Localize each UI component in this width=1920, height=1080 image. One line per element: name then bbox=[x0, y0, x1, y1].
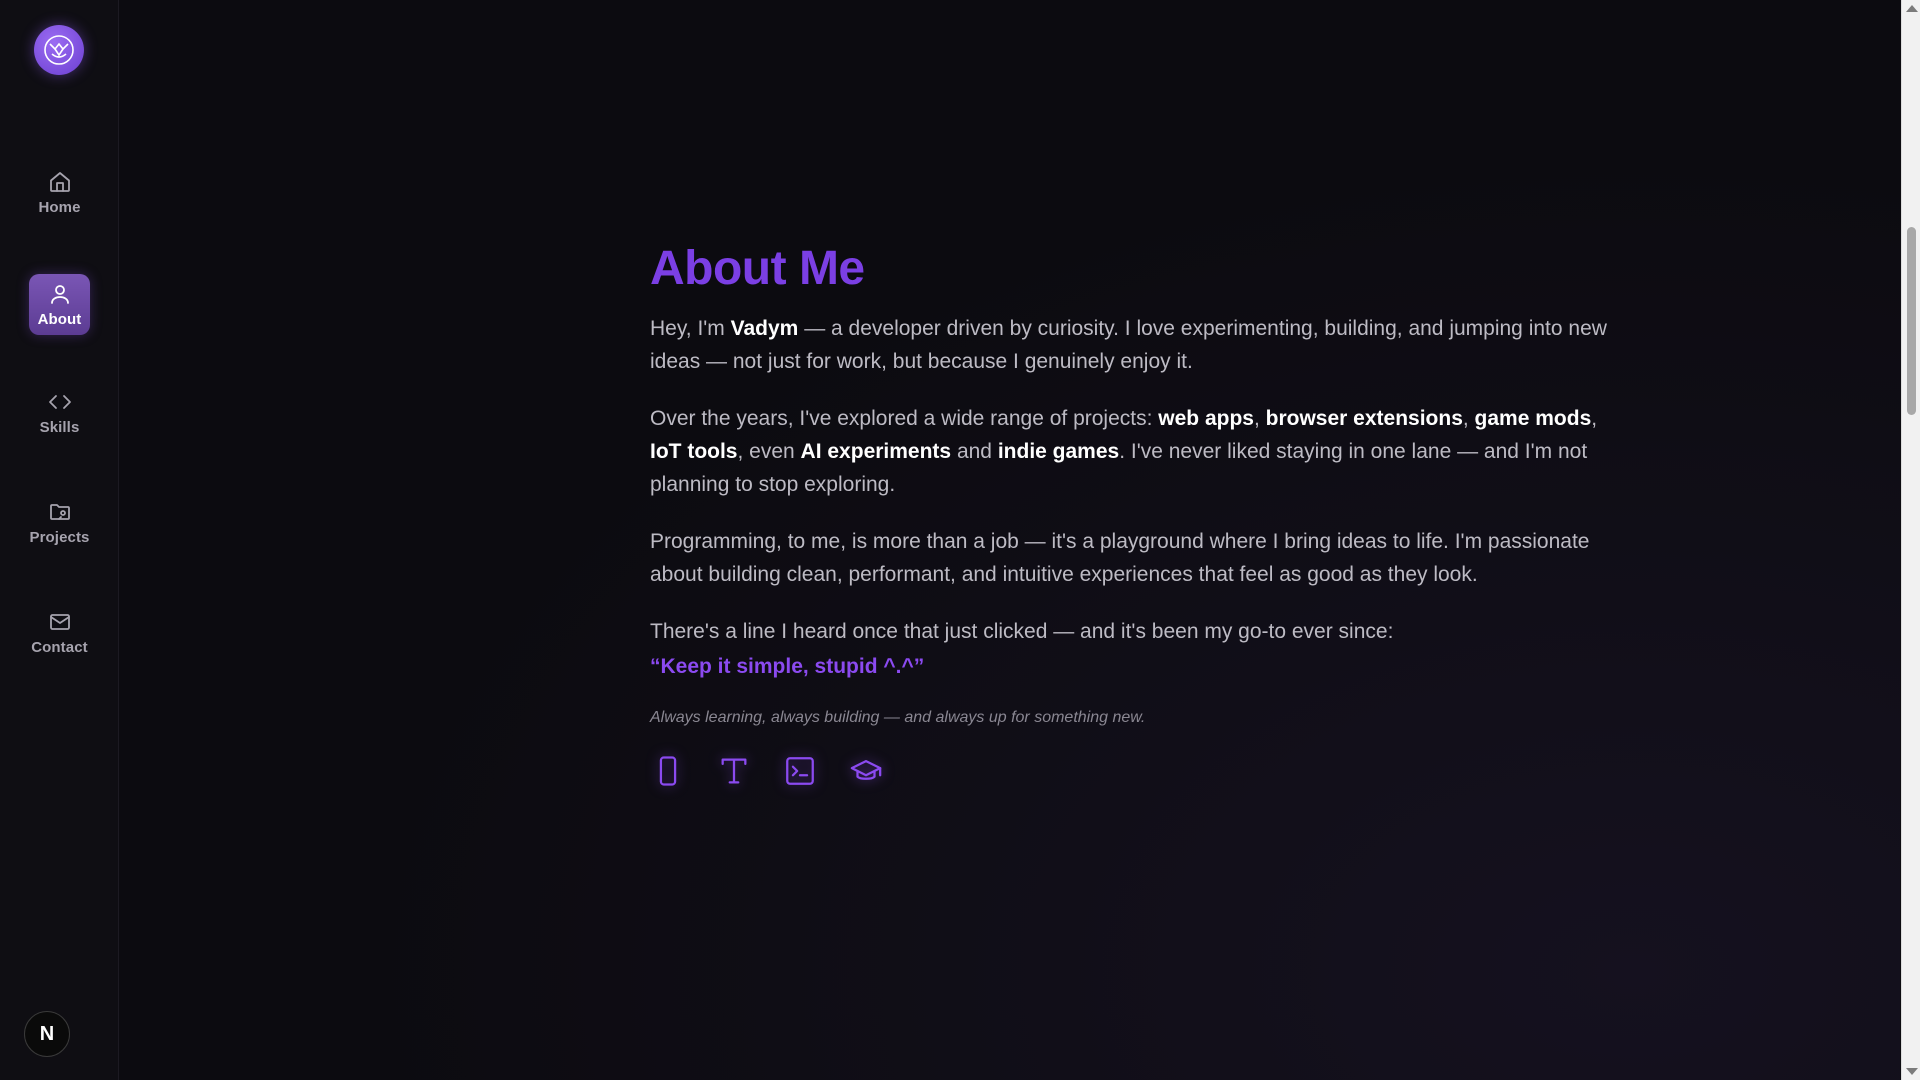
intro-paragraph: Hey, I'm Vadym — a developer driven by c… bbox=[650, 312, 1630, 378]
nav-contact-label: Contact bbox=[31, 638, 88, 656]
projects-sep-3: , bbox=[1591, 407, 1598, 430]
nav-projects-label: Projects bbox=[29, 528, 90, 546]
interest-icons bbox=[650, 753, 1630, 789]
sidebar: Home About Skills Projects Contact N bbox=[0, 0, 119, 1080]
highlight-iot-tools: IoT tools bbox=[650, 440, 738, 463]
projects-sep-5: and bbox=[951, 440, 998, 463]
nav-skills[interactable]: Skills bbox=[29, 382, 90, 443]
vertical-scrollbar[interactable] bbox=[1901, 0, 1920, 1080]
folder-icon bbox=[49, 503, 70, 520]
projects-sep-1: , bbox=[1253, 407, 1266, 430]
motto-quote: “Keep it simple, stupid ^.^” bbox=[650, 655, 925, 678]
intro-text-1: Hey, I'm bbox=[650, 317, 731, 340]
nav-about-label: About bbox=[37, 310, 82, 328]
page-title: About Me bbox=[650, 242, 865, 295]
highlight-indie-games: indie games bbox=[997, 440, 1120, 463]
highlight-ai-experiments: AI experiments bbox=[800, 440, 952, 463]
scroll-down-arrow-icon[interactable] bbox=[1906, 1068, 1918, 1075]
type-icon bbox=[716, 753, 752, 789]
nav-contact[interactable]: Contact bbox=[29, 602, 90, 663]
home-icon bbox=[49, 171, 70, 192]
scroll-thumb[interactable] bbox=[1907, 227, 1916, 415]
main-content: About Me Hey, I'm Vadym — a developer dr… bbox=[120, 0, 1900, 1080]
highlight-browser-extensions: browser extensions bbox=[1265, 407, 1463, 430]
scroll-up-arrow-icon[interactable] bbox=[1906, 5, 1918, 12]
projects-paragraph: Over the years, I've explored a wide ran… bbox=[650, 402, 1630, 501]
smartphone-icon bbox=[650, 753, 686, 789]
nav-home-label: Home bbox=[38, 198, 81, 216]
projects-sep-4: , even bbox=[737, 440, 801, 463]
logo-emblem-icon bbox=[44, 35, 74, 65]
code-icon bbox=[48, 394, 71, 409]
mail-icon bbox=[49, 613, 70, 630]
nav-projects[interactable]: Projects bbox=[29, 492, 90, 553]
nav-skills-label: Skills bbox=[39, 418, 80, 436]
logo[interactable] bbox=[34, 25, 84, 75]
graduation-cap-icon bbox=[848, 753, 884, 789]
avatar[interactable]: N bbox=[24, 1011, 70, 1057]
avatar-letter: N bbox=[39, 1022, 55, 1045]
tagline: Always learning, always building — and a… bbox=[650, 709, 1146, 726]
user-icon bbox=[50, 284, 69, 304]
nav-home[interactable]: Home bbox=[29, 162, 90, 223]
motto-intro-paragraph: There's a line I heard once that just cl… bbox=[650, 620, 1394, 643]
philosophy-paragraph: Programming, to me, is more than a job —… bbox=[650, 530, 1590, 586]
nav-about[interactable]: About bbox=[29, 274, 90, 335]
about-section: About Me Hey, I'm Vadym — a developer dr… bbox=[650, 238, 1630, 789]
projects-text-1: Over the years, I've explored a wide ran… bbox=[650, 407, 1159, 430]
highlight-web-apps: web apps bbox=[1158, 407, 1254, 430]
terminal-icon bbox=[782, 753, 818, 789]
intro-name: Vadym bbox=[730, 317, 799, 340]
projects-sep-2: , bbox=[1462, 407, 1475, 430]
highlight-game-mods: game mods bbox=[1474, 407, 1592, 430]
